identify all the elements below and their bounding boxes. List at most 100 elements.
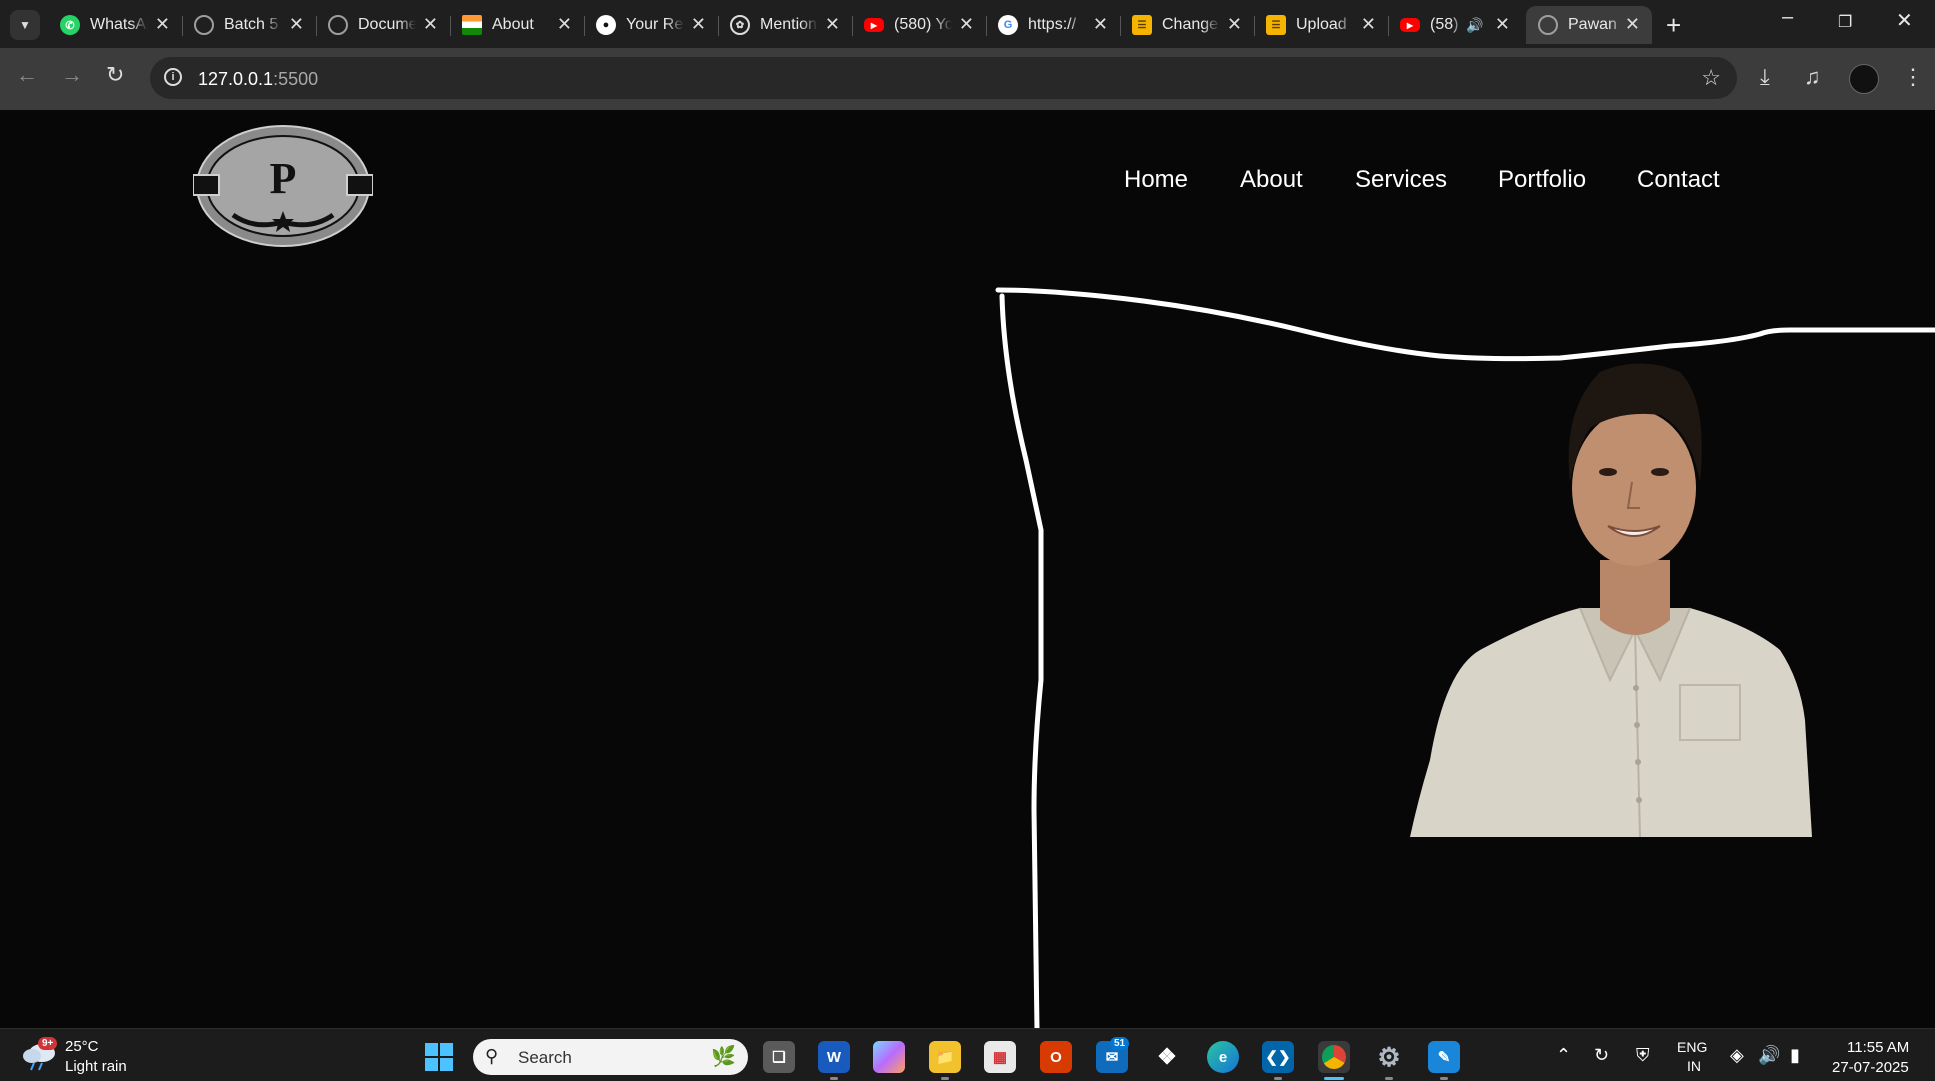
windows-start-icon[interactable] xyxy=(425,1043,453,1071)
tab-title: Mention xyxy=(760,16,817,33)
language-indicator[interactable]: ENG xyxy=(1677,1039,1707,1055)
site-info-icon[interactable]: i xyxy=(164,68,182,86)
back-icon[interactable]: ← xyxy=(16,62,38,88)
weather-condition[interactable]: Light rain xyxy=(65,1058,127,1075)
volume-icon[interactable]: 🔊 xyxy=(1758,1045,1780,1066)
close-tab-icon[interactable]: ✕ xyxy=(1093,14,1108,35)
globe-icon xyxy=(1538,15,1558,35)
globe-icon xyxy=(194,15,214,35)
close-tab-icon[interactable]: ✕ xyxy=(1227,14,1242,35)
tab-title: Your Repositories xyxy=(626,16,684,33)
address-bar[interactable]: i 127.0.0.1:5500 ☆ xyxy=(150,57,1737,99)
close-tab-icon[interactable]: ✕ xyxy=(155,14,170,35)
restore-icon[interactable]: ❐ xyxy=(1838,12,1852,32)
file-explorer-icon[interactable]: 📁 xyxy=(929,1041,961,1073)
battery-icon[interactable]: ▮ xyxy=(1790,1045,1800,1066)
close-tab-icon[interactable]: ✕ xyxy=(423,14,438,35)
flag-icon xyxy=(462,15,482,35)
tab-title: WhatsApp xyxy=(90,16,148,33)
close-tab-icon[interactable]: ✕ xyxy=(1625,14,1640,35)
vscode-icon[interactable]: ❮❯ xyxy=(1262,1041,1294,1073)
region-indicator[interactable]: IN xyxy=(1687,1058,1701,1074)
github-icon: ● xyxy=(596,15,616,35)
search-highlight-doodle-icon: 🌿 xyxy=(711,1046,736,1068)
close-window-icon[interactable]: ✕ xyxy=(1896,8,1913,33)
tab-batch[interactable]: Batch 5 ✕ xyxy=(182,6,317,44)
sync-icon[interactable]: ↻ xyxy=(1594,1045,1609,1066)
openai-icon: ✿ xyxy=(730,15,750,35)
globe-icon xyxy=(328,15,348,35)
wifi-icon[interactable]: ◈ xyxy=(1730,1045,1744,1066)
url-host: 127.0.0.1 xyxy=(198,69,274,89)
weather-temperature[interactable]: 25°C xyxy=(65,1038,99,1055)
tab-google[interactable]: G https:// ✕ xyxy=(986,6,1121,44)
menu-kebab-icon[interactable]: ⋮ xyxy=(1902,64,1924,90)
dropbox-icon[interactable]: ❖ xyxy=(1151,1041,1183,1073)
tab-whatsapp[interactable]: ✆ WhatsApp ✕ xyxy=(48,6,183,44)
mail-unread-badge: 51 xyxy=(1110,1037,1130,1050)
tab-change[interactable]: ☰ Change ✕ xyxy=(1120,6,1255,44)
download-icon[interactable]: ⤓ xyxy=(1760,64,1770,90)
windows-taskbar: 9+ 25°C Light rain ⚲ Search 🌿 ❏ W 📁 ▦ O … xyxy=(0,1028,1935,1081)
tab-title: Change xyxy=(1162,16,1219,33)
profile-avatar[interactable] xyxy=(1849,64,1879,94)
tab-upload[interactable]: ☰ Upload ✕ xyxy=(1254,6,1389,44)
tab-document[interactable]: Document ✕ xyxy=(316,6,451,44)
google-icon: G xyxy=(998,15,1018,35)
close-tab-icon[interactable]: ✕ xyxy=(1361,14,1376,35)
reload-icon[interactable]: ↻ xyxy=(106,62,124,88)
tab-title: (580) YouTube xyxy=(894,16,952,33)
close-tab-icon[interactable]: ✕ xyxy=(289,14,304,35)
audio-playing-icon[interactable]: 🔊 xyxy=(1466,17,1483,34)
youtube-icon: ▶ xyxy=(1400,18,1420,32)
url-port: :5500 xyxy=(273,69,319,89)
browser-toolbar: ← → ↻ i 127.0.0.1:5500 ☆ ⤓ ♫ ⋮ xyxy=(0,48,1935,111)
profile-portrait-image xyxy=(1410,363,1812,838)
whatsapp-icon: ✆ xyxy=(60,15,80,35)
hero-vertical-line xyxy=(999,293,1044,1028)
clock-time[interactable]: 11:55 AM xyxy=(1847,1039,1909,1056)
hero-graphic xyxy=(995,287,1935,1028)
settings-gear-icon[interactable]: ⚙ xyxy=(1373,1041,1405,1073)
url-text[interactable]: 127.0.0.1:5500 xyxy=(198,69,318,90)
close-tab-icon[interactable]: ✕ xyxy=(691,14,706,35)
tab-title: Pawan xyxy=(1568,16,1617,33)
microsoft-store-icon[interactable]: ▦ xyxy=(984,1041,1016,1073)
tab-title: About xyxy=(492,16,534,33)
task-view-icon[interactable]: ❏ xyxy=(763,1041,795,1073)
close-tab-icon[interactable]: ✕ xyxy=(959,14,974,35)
media-control-icon[interactable]: ♫ xyxy=(1804,64,1821,90)
tab-repositories[interactable]: ● Your Repositories ✕ xyxy=(584,6,719,44)
tab-title: Document xyxy=(358,16,416,33)
tab-search-chevron-icon[interactable]: ▼ xyxy=(10,10,40,40)
weather-alert-badge: 9+ xyxy=(38,1037,58,1050)
search-placeholder: Search xyxy=(518,1048,572,1067)
close-tab-icon[interactable]: ✕ xyxy=(1495,14,1510,35)
copilot-icon[interactable] xyxy=(873,1041,905,1073)
new-tab-icon[interactable]: + xyxy=(1666,10,1681,41)
chrome-icon[interactable] xyxy=(1318,1041,1350,1073)
tab-title: Upload xyxy=(1296,16,1347,33)
close-tab-icon[interactable]: ✕ xyxy=(825,14,840,35)
tab-title: https:// xyxy=(1028,16,1077,33)
hero-wave-line xyxy=(995,287,1935,362)
edge-icon[interactable]: e xyxy=(1207,1041,1239,1073)
shield-icon[interactable]: ⛨ xyxy=(1636,1045,1650,1066)
bookmark-app-icon: ☰ xyxy=(1266,15,1286,35)
minimize-icon[interactable]: – xyxy=(1782,6,1793,29)
taskbar-search-box[interactable]: ⚲ Search 🌿 xyxy=(473,1039,748,1075)
show-hidden-icons-chevron-icon[interactable]: ⌃ xyxy=(1556,1045,1571,1066)
bookmark-star-icon[interactable]: ☆ xyxy=(1701,65,1721,91)
close-tab-icon[interactable]: ✕ xyxy=(557,14,572,35)
snipping-tool-icon[interactable]: ✎ xyxy=(1428,1041,1460,1073)
search-icon: ⚲ xyxy=(485,1046,499,1066)
tab-youtube-580[interactable]: ▶ (580) YouTube ✕ xyxy=(852,6,987,44)
word-icon[interactable]: W xyxy=(818,1041,850,1073)
tab-about[interactable]: About ✕ xyxy=(450,6,585,44)
tab-youtube-58[interactable]: ▶ (58) 🔊 ✕ xyxy=(1388,6,1522,44)
tab-pawan-active[interactable]: Pawan ✕ xyxy=(1526,6,1652,44)
forward-icon[interactable]: → xyxy=(61,62,83,88)
clock-date[interactable]: 27-07-2025 xyxy=(1832,1059,1909,1076)
office-icon[interactable]: O xyxy=(1040,1041,1072,1073)
tab-mention[interactable]: ✿ Mention ✕ xyxy=(718,6,853,44)
